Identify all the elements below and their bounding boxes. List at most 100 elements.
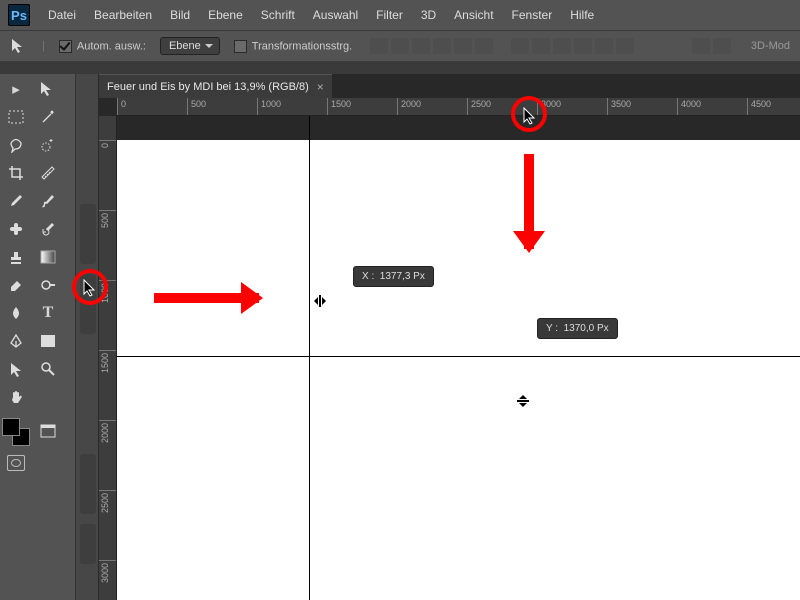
crop-tool[interactable] — [4, 162, 28, 184]
menu-datei[interactable]: Datei — [48, 8, 76, 22]
eraser-tool[interactable] — [4, 274, 28, 296]
annotation-arrow-right — [154, 293, 259, 303]
menu-bild[interactable]: Bild — [170, 8, 190, 22]
align-group-1 — [370, 38, 493, 54]
collapsed-panel[interactable] — [80, 204, 96, 264]
marquee-tool[interactable] — [4, 106, 28, 128]
panel-gutter[interactable] — [75, 74, 99, 600]
zoom-tool[interactable] — [36, 358, 60, 380]
align-icon[interactable] — [433, 38, 451, 54]
ruler-horizontal[interactable]: 0 500 1000 1500 2000 2500 3000 3500 4000… — [117, 98, 800, 116]
distribute-icon[interactable] — [574, 38, 592, 54]
blur-tool[interactable] — [4, 302, 28, 324]
move-tool-icon — [10, 37, 28, 55]
menu-hilfe[interactable]: Hilfe — [570, 8, 594, 22]
distribute-icon[interactable] — [616, 38, 634, 54]
ruler-tick: 0 — [121, 99, 126, 109]
close-tab-icon[interactable]: × — [317, 80, 324, 94]
layer-dropdown[interactable]: Ebene — [160, 37, 220, 55]
tooltip-value: 1370,0 Px — [564, 323, 609, 334]
ruler-vertical[interactable]: 0 500 1000 1500 2000 2500 3000 — [99, 116, 117, 600]
distribute-icon[interactable] — [595, 38, 613, 54]
brush-tool[interactable] — [36, 190, 60, 212]
ruler-tick: 1500 — [331, 99, 351, 109]
ruler-tick: 3000 — [100, 563, 110, 583]
color-swatches[interactable] — [2, 418, 30, 446]
distribute-icon[interactable] — [532, 38, 550, 54]
quicksel-tool[interactable] — [36, 134, 60, 156]
menu-bar: Ps Datei Bearbeiten Bild Ebene Schrift A… — [0, 0, 800, 30]
dodge-tool[interactable] — [36, 274, 60, 296]
canvas-paper — [117, 140, 800, 600]
ruler-tick: 2500 — [100, 493, 110, 513]
ruler-tool[interactable] — [36, 162, 60, 184]
align-icon[interactable] — [454, 38, 472, 54]
annotation-arrow-down — [524, 154, 534, 249]
ruler-tick: 0 — [100, 143, 110, 148]
guide-vertical[interactable] — [309, 116, 310, 600]
ruler-tick: 2000 — [401, 99, 421, 109]
auto-select-check[interactable]: Autom. ausw.: — [59, 40, 146, 53]
lasso-tool[interactable] — [4, 134, 28, 156]
canvas[interactable]: X : 1377,3 Px Y : 1370,0 Px — [117, 116, 800, 600]
fg-swatch[interactable] — [2, 418, 20, 436]
expand-tools-icon[interactable]: ▸ — [4, 78, 28, 100]
history-brush-tool[interactable] — [36, 218, 60, 240]
cursor-split-v-icon — [515, 393, 531, 409]
hand-tool[interactable] — [4, 386, 28, 408]
menu-fenster[interactable]: Fenster — [512, 8, 553, 22]
stamp-tool[interactable] — [4, 246, 28, 268]
gradient-tool[interactable] — [36, 246, 60, 268]
collapsed-panel[interactable] — [80, 524, 96, 564]
quickmask-toggle[interactable] — [4, 452, 28, 474]
document-tabs: Feuer und Eis by MDI bei 13,9% (RGB/8) × — [99, 74, 800, 98]
ruler-tick: 1000 — [261, 99, 281, 109]
ruler-tick: 2500 — [471, 99, 491, 109]
menu-bearbeiten[interactable]: Bearbeiten — [94, 8, 152, 22]
transform-check[interactable]: Transformationsstrg. — [234, 40, 352, 53]
transform-label: Transformationsstrg. — [252, 40, 352, 52]
path-select-tool[interactable] — [4, 358, 28, 380]
auto-select-label: Autom. ausw.: — [77, 40, 146, 52]
ruler-tick: 1500 — [100, 353, 110, 373]
align-icon[interactable] — [391, 38, 409, 54]
menu-ebene[interactable]: Ebene — [208, 8, 243, 22]
tooltip-value: 1377,3 Px — [380, 271, 425, 282]
cursor-split-h-icon — [312, 293, 328, 309]
menu-ansicht[interactable]: Ansicht — [454, 8, 493, 22]
shape-tool[interactable] — [36, 330, 60, 352]
align-group-3 — [692, 38, 731, 54]
document-tab[interactable]: Feuer und Eis by MDI bei 13,9% (RGB/8) × — [99, 74, 332, 98]
align-icon[interactable] — [475, 38, 493, 54]
tools-col-a: ▸ — [0, 74, 32, 600]
align-icon[interactable] — [412, 38, 430, 54]
pen-tool[interactable] — [4, 330, 28, 352]
guide-horizontal[interactable] — [117, 356, 800, 357]
type-tool[interactable]: T — [36, 302, 60, 324]
ruler-tick: 4500 — [751, 99, 771, 109]
screenmode-toggle[interactable] — [36, 420, 60, 442]
menu-3d[interactable]: 3D — [421, 8, 436, 22]
move-tool[interactable] — [36, 78, 60, 100]
healing-tool[interactable] — [4, 218, 28, 240]
dock-strip — [0, 62, 800, 74]
options-bar: | Autom. ausw.: Ebene Transformationsstr… — [0, 30, 800, 62]
distribute-icon[interactable] — [553, 38, 571, 54]
align-group-2 — [511, 38, 634, 54]
collapsed-panel[interactable] — [80, 454, 96, 514]
ruler-tick: 3500 — [611, 99, 631, 109]
document-area: Feuer und Eis by MDI bei 13,9% (RGB/8) ×… — [99, 74, 800, 600]
align-icon[interactable] — [370, 38, 388, 54]
menu-filter[interactable]: Filter — [376, 8, 403, 22]
menu-schrift[interactable]: Schrift — [261, 8, 295, 22]
tooltip-label: Y : — [546, 323, 558, 334]
distribute-icon[interactable] — [511, 38, 529, 54]
auto-align-icon[interactable] — [692, 38, 710, 54]
menu-auswahl[interactable]: Auswahl — [313, 8, 358, 22]
wand-tool[interactable] — [36, 106, 60, 128]
mode-label: 3D-Mod — [751, 40, 790, 52]
position-tooltip-y: Y : 1370,0 Px — [537, 318, 618, 339]
auto-align-icon[interactable] — [713, 38, 731, 54]
eyedropper-tool[interactable] — [4, 190, 28, 212]
ruler-tick: 2000 — [100, 423, 110, 443]
